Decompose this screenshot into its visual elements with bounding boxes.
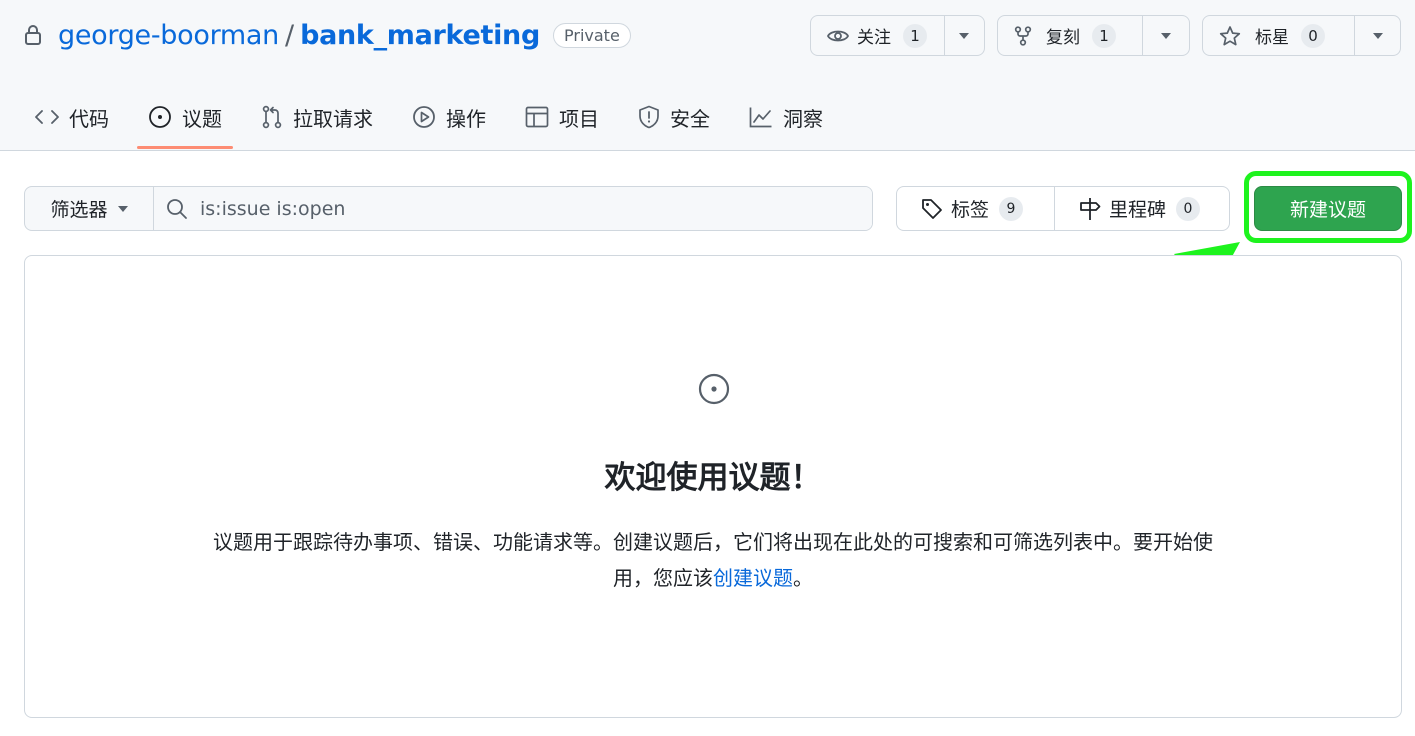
- issues-blankslate: 欢迎使用议题！ 议题用于跟踪待办事项、错误、功能请求等。创建议题后，它们将出现在…: [24, 255, 1402, 718]
- visibility-badge: Private: [553, 22, 631, 48]
- new-issue-button[interactable]: 新建议题: [1254, 186, 1402, 231]
- create-issue-link[interactable]: 创建议题: [713, 566, 793, 590]
- tab-label: 安全: [670, 106, 710, 131]
- issue-filter-bar: 筛选器: [24, 186, 873, 231]
- star-count: 0: [1301, 23, 1325, 48]
- tab-label: 代码: [69, 106, 109, 131]
- pull-request-icon: [261, 105, 283, 129]
- fork-button-group: 复刻 1: [997, 15, 1190, 56]
- labels-label: 标签: [951, 199, 990, 221]
- star-label: 标星: [1255, 28, 1289, 48]
- path-separator: /: [284, 19, 295, 51]
- watch-label: 关注: [857, 28, 891, 48]
- filters-dropdown[interactable]: 筛选器: [25, 187, 154, 230]
- repo-nav-tabs: 代码 议题 拉取请求 操作 项目 安全 洞察: [24, 88, 851, 150]
- tab-label: 项目: [559, 106, 599, 131]
- watch-button-group: 关注 1: [810, 15, 985, 56]
- labels-milestones-group: 标签 9 里程碑 0: [896, 186, 1230, 231]
- filters-label: 筛选器: [50, 199, 108, 221]
- milestones-button[interactable]: 里程碑 0: [1055, 187, 1201, 230]
- lock-icon: [24, 23, 44, 47]
- fork-icon: [1014, 25, 1032, 46]
- labels-count: 9: [999, 196, 1024, 221]
- search-input[interactable]: [200, 197, 840, 220]
- issue-opened-icon: [148, 105, 172, 129]
- star-button-group: 标星 0: [1202, 15, 1401, 56]
- blankslate-text-end: 。: [793, 566, 813, 590]
- star-dropdown-button[interactable]: [1355, 16, 1400, 55]
- watch-dropdown-button[interactable]: [945, 16, 984, 55]
- tag-icon: [921, 198, 943, 220]
- chevron-down-icon: [1161, 32, 1171, 39]
- fork-dropdown-button[interactable]: [1143, 16, 1189, 55]
- play-icon: [412, 105, 436, 129]
- repo-owner-link[interactable]: george-boorman: [58, 20, 279, 51]
- blankslate-title: 欢迎使用议题！: [604, 460, 822, 496]
- milestones-count: 0: [1176, 196, 1201, 221]
- blankslate-description: 议题用于跟踪待办事项、错误、功能请求等。创建议题后，它们将出现在此处的可搜索和可…: [205, 524, 1221, 596]
- milestone-icon: [1079, 197, 1101, 221]
- repo-header: george-boorman / bank_marketing Private …: [0, 0, 1415, 151]
- repo-name-link[interactable]: bank_marketing: [300, 20, 540, 51]
- tab-projects[interactable]: 项目: [514, 88, 610, 146]
- star-icon: [1219, 25, 1241, 47]
- graph-icon: [749, 106, 773, 128]
- watch-button[interactable]: 关注 1: [811, 16, 945, 55]
- chevron-down-icon: [1372, 32, 1383, 39]
- chevron-down-icon: [959, 32, 970, 39]
- tab-label: 操作: [446, 106, 486, 131]
- star-button[interactable]: 标星 0: [1203, 16, 1355, 55]
- labels-button[interactable]: 标签 9: [897, 187, 1055, 230]
- tab-code[interactable]: 代码: [24, 88, 120, 146]
- issue-opened-icon: [698, 373, 730, 405]
- eye-icon: [827, 28, 849, 44]
- fork-button[interactable]: 复刻 1: [998, 16, 1143, 55]
- fork-label: 复刻: [1046, 28, 1080, 48]
- milestones-label: 里程碑: [1109, 199, 1167, 221]
- fork-count: 1: [1092, 23, 1116, 48]
- shield-icon: [638, 105, 660, 129]
- chevron-down-icon: [117, 205, 128, 212]
- tab-pull-requests[interactable]: 拉取请求: [250, 88, 384, 146]
- tab-label: 议题: [182, 106, 222, 131]
- code-icon: [35, 108, 59, 126]
- tab-label: 拉取请求: [293, 106, 373, 131]
- tab-actions[interactable]: 操作: [401, 88, 497, 146]
- tab-issues[interactable]: 议题: [137, 88, 233, 149]
- table-icon: [525, 106, 549, 128]
- tab-security[interactable]: 安全: [627, 88, 721, 146]
- tab-insights[interactable]: 洞察: [738, 88, 834, 146]
- tab-label: 洞察: [783, 106, 823, 131]
- search-icon: [166, 198, 188, 220]
- watch-count: 1: [903, 23, 927, 48]
- repo-title: george-boorman / bank_marketing Private: [24, 14, 631, 56]
- search-field: [154, 187, 872, 230]
